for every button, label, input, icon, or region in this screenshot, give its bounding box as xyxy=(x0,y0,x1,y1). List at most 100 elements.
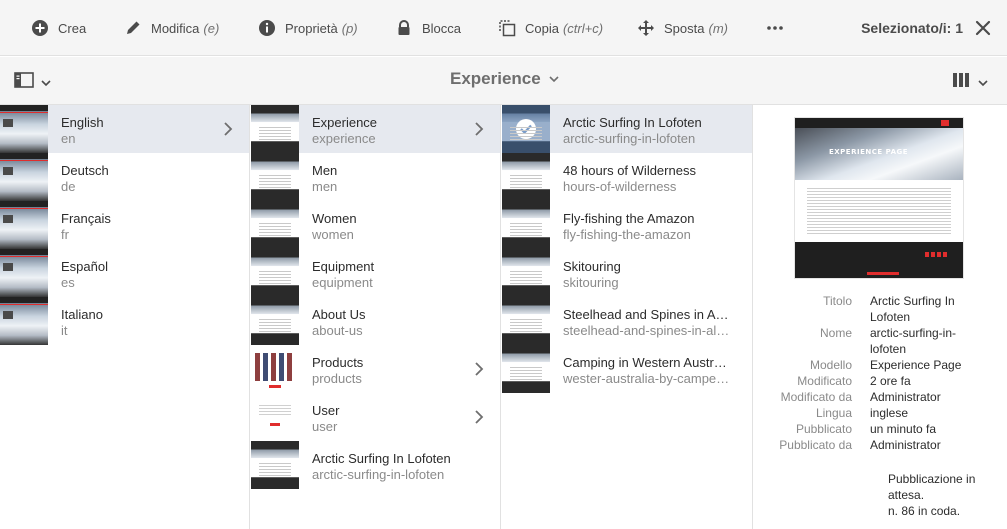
list-item[interactable]: Camping in Western Australia wester-austr… xyxy=(502,345,752,393)
item-name: arctic-surfing-in-lofoten xyxy=(312,467,445,482)
properties-button[interactable]: Proprietà (p) xyxy=(257,0,358,56)
view-switcher[interactable] xyxy=(952,71,988,94)
item-name: women xyxy=(312,227,354,242)
page-title: Experience xyxy=(450,69,541,88)
item-name: it xyxy=(61,323,68,338)
info-icon xyxy=(257,18,277,38)
item-title: Deutsch xyxy=(61,163,109,178)
page-title-dropdown[interactable]: Experience xyxy=(450,69,559,89)
list-item[interactable]: 48 hours of Wilderness hours-of-wildernes… xyxy=(502,153,752,201)
preview-panel: EXPERIENCE PAGE Titolo Arctic Surfing In … xyxy=(754,105,1007,529)
chevron-right-icon xyxy=(475,122,484,136)
move-shortcut: (m) xyxy=(708,20,728,36)
thumbnail xyxy=(251,201,299,249)
item-name: en xyxy=(61,131,76,146)
properties-label: Proprietà xyxy=(285,20,338,36)
property-value: Administrator xyxy=(870,390,941,404)
list-item[interactable]: Experience experience xyxy=(251,105,500,153)
property-key: Modello xyxy=(809,358,852,372)
create-button[interactable]: Crea xyxy=(30,0,86,56)
checkmark-icon xyxy=(516,119,536,139)
property-row: Titolo Arctic Surfing In Lofoten xyxy=(754,293,1007,325)
column-experience-pages: Arctic Surfing In Lofoten arctic-surfing-… xyxy=(502,105,753,529)
item-name: fr xyxy=(61,227,69,242)
thumbnail xyxy=(251,441,299,489)
edit-shortcut: (e) xyxy=(203,20,220,36)
thumbnail xyxy=(502,345,550,393)
list-item[interactable]: Fly-fishing the Amazon fly-fishing-the-am… xyxy=(502,201,752,249)
property-value: inglese xyxy=(870,406,909,420)
move-button[interactable]: Sposta (m) xyxy=(636,0,728,56)
create-label: Crea xyxy=(58,20,87,36)
rail-toggle-icon xyxy=(14,71,34,94)
properties-list: Titolo Arctic Surfing In Lofoten Nome arct… xyxy=(754,293,1007,519)
item-name: wester-australia-by-camper-van xyxy=(563,371,731,386)
property-row: Modello Experience Page xyxy=(754,357,1007,373)
close-icon[interactable] xyxy=(973,18,993,38)
list-item[interactable]: Español es xyxy=(0,249,249,297)
chevron-right-icon xyxy=(475,410,484,424)
property-value: un minuto fa xyxy=(870,422,937,436)
item-title: Skitouring xyxy=(563,259,621,274)
list-item[interactable]: User user xyxy=(251,393,500,441)
pencil-icon xyxy=(123,18,143,38)
item-title: Camping in Western Australia xyxy=(563,355,731,370)
item-title: Español xyxy=(61,259,108,274)
copy-shortcut: (ctrl+c) xyxy=(562,20,604,36)
item-title: Equipment xyxy=(312,259,375,274)
list-item[interactable]: Skitouring skitouring xyxy=(502,249,752,297)
thumbnail xyxy=(0,105,48,153)
chevron-right-icon xyxy=(224,122,233,136)
list-item[interactable]: English en xyxy=(0,105,249,153)
copy-icon xyxy=(497,18,517,38)
property-row: Modificato 2 ore fa xyxy=(754,373,1007,389)
publication-pending-status: Pubblicazione in attesa. n. 86 in coda. xyxy=(888,471,988,519)
more-icon xyxy=(765,18,785,38)
item-title: User xyxy=(312,403,340,418)
more-actions-button[interactable] xyxy=(765,0,793,56)
item-name: steelhead-and-spines-in-alaska xyxy=(563,323,731,338)
item-name: user xyxy=(312,419,338,434)
list-item[interactable]: Products products xyxy=(251,345,500,393)
action-bar: Crea Modifica (e) Proprietà (p) Blocca C… xyxy=(0,0,1007,56)
list-item[interactable]: Français fr xyxy=(0,201,249,249)
thumbnail xyxy=(0,153,48,201)
item-title: Men xyxy=(312,163,338,178)
list-item[interactable]: Men men xyxy=(251,153,500,201)
list-item[interactable]: Women women xyxy=(251,201,500,249)
list-item[interactable]: Deutsch de xyxy=(0,153,249,201)
edit-button[interactable]: Modifica (e) xyxy=(123,0,219,56)
item-name: hours-of-wilderness xyxy=(563,179,677,194)
item-name: arctic-surfing-in-lofoten xyxy=(563,131,696,146)
list-item-selected[interactable]: Arctic Surfing In Lofoten arctic-surfing-… xyxy=(502,105,752,153)
property-row: Modificato da Administrator xyxy=(754,389,1007,405)
list-item[interactable]: Italiano it xyxy=(0,297,249,345)
copy-button[interactable]: Copia (ctrl+c) xyxy=(497,0,603,56)
rail-toggle-button[interactable] xyxy=(14,71,51,94)
list-item[interactable]: About Us about-us xyxy=(251,297,500,345)
selection-overlay[interactable] xyxy=(502,105,550,153)
list-item[interactable]: Equipment equipment xyxy=(251,249,500,297)
thumbnail xyxy=(502,249,550,297)
lock-button[interactable]: Blocca xyxy=(394,0,461,56)
item-title: Italiano xyxy=(61,307,103,322)
list-item[interactable]: Steelhead and Spines in Alaska steelhead-… xyxy=(502,297,752,345)
list-item[interactable]: Arctic Surfing In Lofoten arctic-surfing-… xyxy=(251,441,500,489)
item-name: men xyxy=(312,179,338,194)
column-languages: English en Deutsch de Français fr Español es… xyxy=(0,105,250,529)
lock-icon xyxy=(394,18,414,38)
preview-hero-text: EXPERIENCE PAGE xyxy=(829,148,909,156)
thumbnail xyxy=(251,393,299,441)
preview-body-text xyxy=(807,188,951,236)
property-row: Nome arctic-surfing-in-lofoten xyxy=(754,325,1007,357)
property-row: Pubblicato da Administrator xyxy=(754,437,1007,453)
property-row: Lingua inglese xyxy=(754,405,1007,421)
item-name: de xyxy=(61,179,76,194)
thumbnail xyxy=(0,201,48,249)
item-name: skitouring xyxy=(563,275,619,290)
item-name: fly-fishing-the-amazon xyxy=(563,227,691,242)
thumbnail[interactable] xyxy=(502,105,550,153)
thumbnail xyxy=(251,297,299,345)
item-title: Arctic Surfing In Lofoten xyxy=(312,451,451,466)
pending-text: Pubblicazione in attesa. xyxy=(888,472,976,502)
